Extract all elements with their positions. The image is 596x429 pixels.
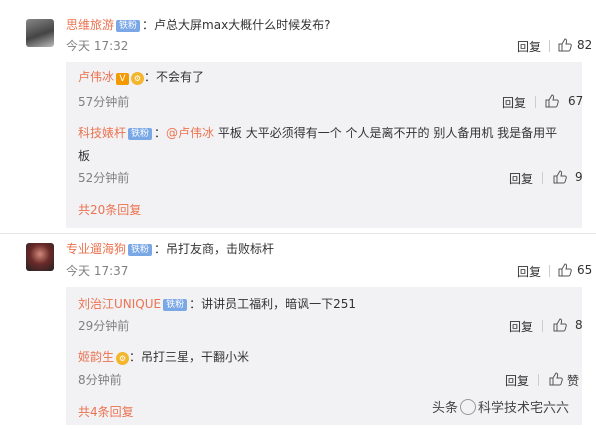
thumbs-up-icon[interactable] [558,263,572,277]
watermark-text: 科学技术宅六六 [478,401,570,416]
medal-icon: ⚙ [116,352,130,365]
divider [542,320,543,332]
more-replies-link[interactable]: 共20条回复 [78,202,141,218]
avatar[interactable] [26,19,54,47]
comment-header: 专业遛海狗 铁粉 ：吊打友商，击败标杆 [66,241,274,257]
reply-text: ：不会有了 [144,70,205,84]
fan-badge: 铁粉 [116,20,141,32]
reply-header: 姬韵生 ⚙ ：吊打三星，干翻小米 [78,349,249,365]
mention-link[interactable]: @卢伟冰 [166,126,214,140]
reply-time: 57分钟前 [78,95,130,109]
like-count: 9 [575,170,583,184]
more-replies-link[interactable]: 共4条回复 [78,404,134,420]
username-link[interactable]: 刘治江UNIQUE [78,297,161,311]
divider [549,265,550,277]
username-link[interactable]: 专业遛海狗 [66,242,126,256]
username-link[interactable]: 姬韵生 [78,350,114,364]
reply-header: 卢伟冰 V ⚙ ：不会有了 [78,69,204,85]
fan-badge: 铁粉 [128,244,153,256]
thumbs-up-icon[interactable] [553,170,567,184]
reply-list [66,62,582,228]
reply-button[interactable]: 回复 [509,170,533,187]
watermark: 头条 科学技术宅六六 [432,397,569,416]
username-link[interactable]: 思维旅游 [66,18,114,32]
reply-text: 平板 大平必须得有一个 个人是离不开的 别人备用机 我是备用平 [214,126,558,140]
reply-text-prefix: ： [154,126,167,140]
reply-text-continued: 板 [78,149,91,163]
divider [535,96,536,108]
username-link[interactable]: 卢伟冰 [78,70,114,84]
divider [542,172,543,184]
reply-button[interactable]: 回复 [502,94,526,111]
divider [538,374,539,386]
reply-header: 科技婊杆 铁粉 ：@卢伟冰 平板 大平必须得有一个 个人是离不开的 别人备用机 我是… [78,125,557,141]
reply-text: ：讲讲员工福利，暗讽一下251 [189,297,357,311]
like-count: 67 [568,94,584,108]
comment-divider [0,233,596,234]
medal-icon: ⚙ [131,72,145,85]
thumbs-up-icon[interactable] [545,94,559,108]
reply-time: 8分钟前 [78,373,122,387]
comment-time: 今天 17:32 [66,39,129,53]
like-count: 65 [577,263,593,277]
reply-time: 52分钟前 [78,171,130,185]
reply-text: ：吊打三星，干翻小米 [129,350,250,364]
fan-badge: 铁粉 [128,128,153,140]
reply-button[interactable]: 回复 [517,38,541,55]
comment-time: 今天 17:37 [66,264,129,278]
like-count: 82 [577,38,593,52]
fan-badge: 铁粉 [163,299,188,311]
vip-badge: V [116,73,130,85]
watermark-prefix: 头条 [432,401,459,416]
reply-button[interactable]: 回复 [509,318,533,335]
comment-text: ：吊打友商，击败标杆 [154,242,275,256]
comment-text: ：卢总大屏max大概什么时候发布? [142,18,331,32]
reply-button[interactable]: 回复 [517,263,541,280]
reply-time: 29分钟前 [78,319,130,333]
comment-header: 思维旅游 铁粉 ：卢总大屏max大概什么时候发布? [66,17,331,33]
username-link[interactable]: 科技婊杆 [78,126,126,140]
avatar[interactable] [26,243,54,271]
watermark-icon [460,399,477,415]
like-count: 8 [575,318,583,332]
reply-button[interactable]: 回复 [505,372,529,389]
reply-header: 刘治江UNIQUE 铁粉 ：讲讲员工福利，暗讽一下251 [78,296,356,312]
divider [549,40,550,52]
thumbs-up-icon[interactable] [553,318,567,332]
thumbs-up-icon[interactable] [558,38,572,52]
like-count: 赞 [567,374,580,388]
thumbs-up-icon[interactable] [549,372,563,386]
